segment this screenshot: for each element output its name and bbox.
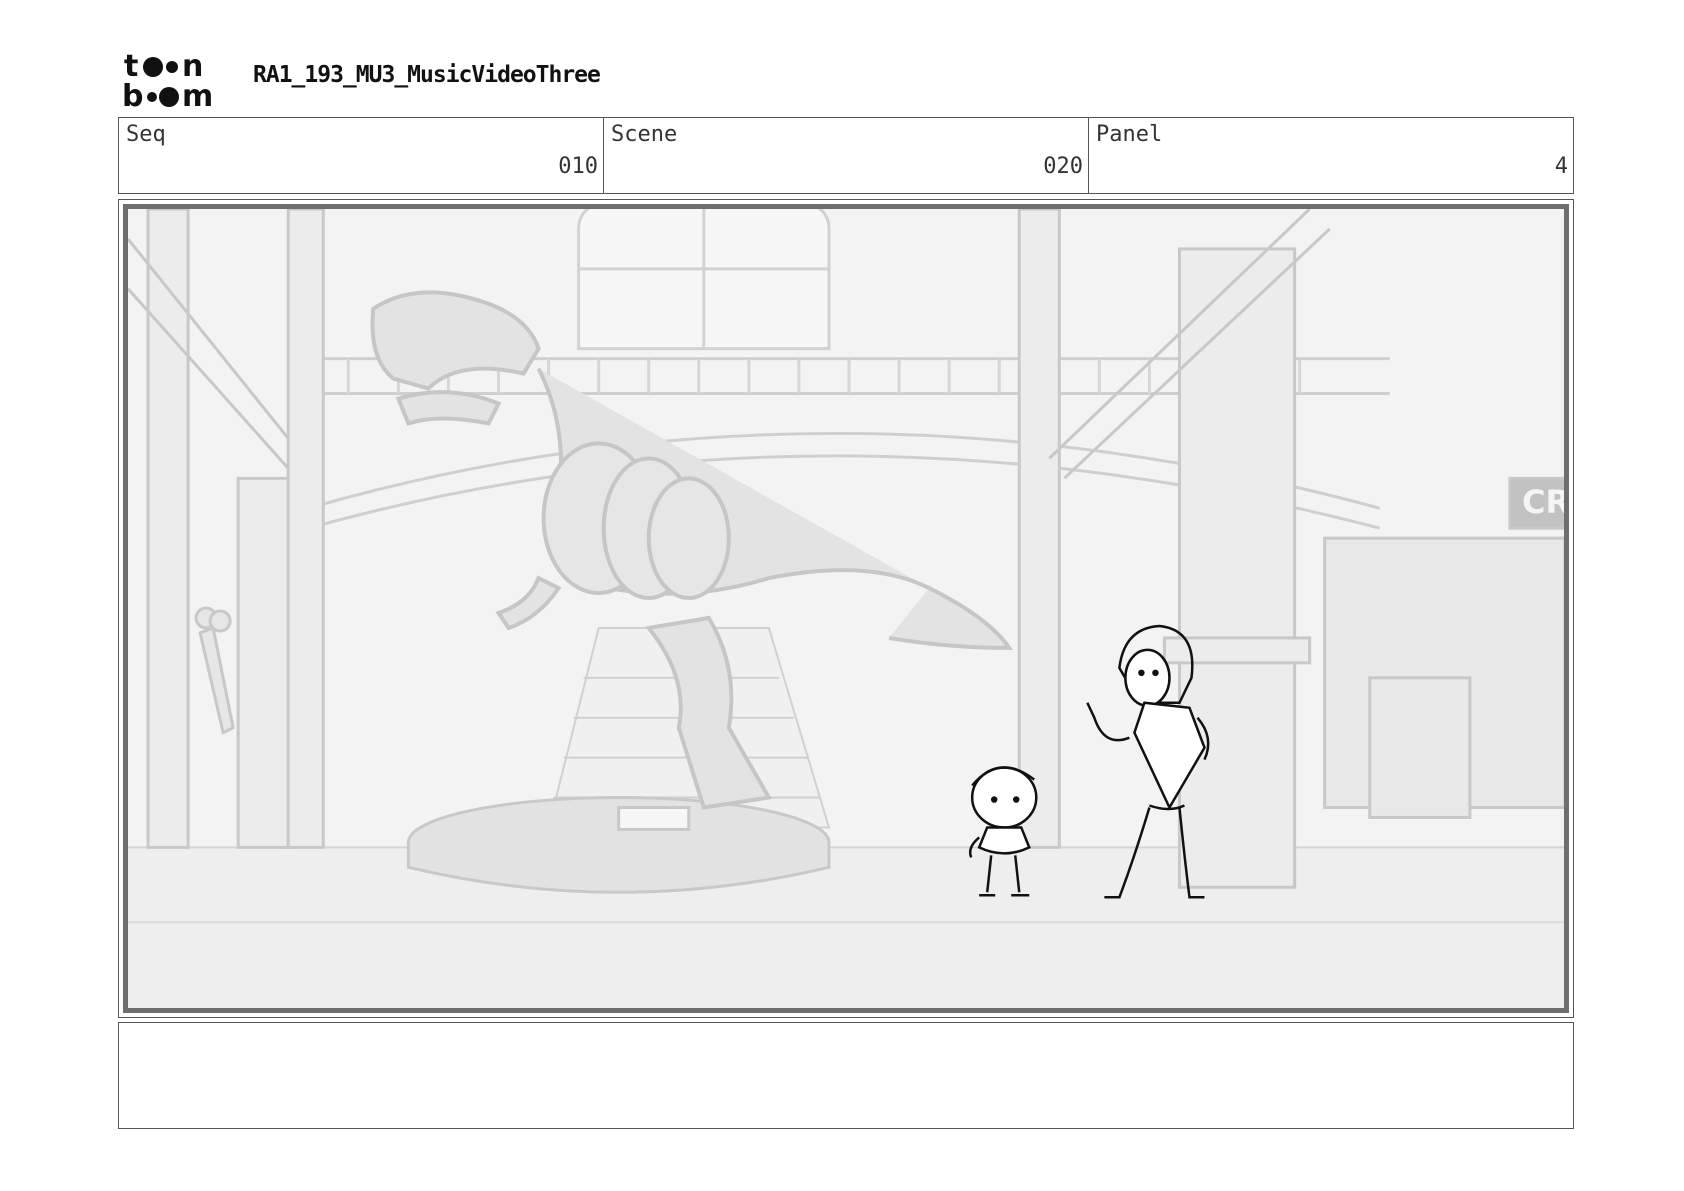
toon-boom-logo: t n b m <box>122 50 213 110</box>
storyboard-panel-image: CR <box>123 204 1569 1013</box>
storyboard-panel-frame: CR <box>118 199 1574 1018</box>
panel-cell: Panel 4 <box>1089 118 1573 193</box>
scene-label: Scene <box>611 122 678 147</box>
panel-value: 4 <box>1554 154 1568 179</box>
dino-pedestal <box>406 796 831 894</box>
seq-cell: Seq 010 <box>119 118 604 193</box>
scene-cell: Scene 020 <box>604 118 1089 193</box>
panel-label: Panel <box>1096 122 1163 147</box>
seq-label: Seq <box>126 122 166 147</box>
panel-notes-box <box>118 1022 1574 1129</box>
project-title: RA1_193_MU3_MusicVideoThree <box>253 62 601 88</box>
svg-text:m: m <box>182 79 213 110</box>
scene-value: 020 <box>1043 154 1083 179</box>
svg-text:b: b <box>122 79 143 110</box>
arched-window <box>577 209 831 351</box>
panel-info-table: Seq 010 Scene 020 Panel 4 <box>118 117 1574 194</box>
seq-value: 010 <box>558 154 598 179</box>
museum-scene-drawing: CR <box>128 209 1564 1008</box>
cr-sign-text: CR <box>1522 483 1564 521</box>
